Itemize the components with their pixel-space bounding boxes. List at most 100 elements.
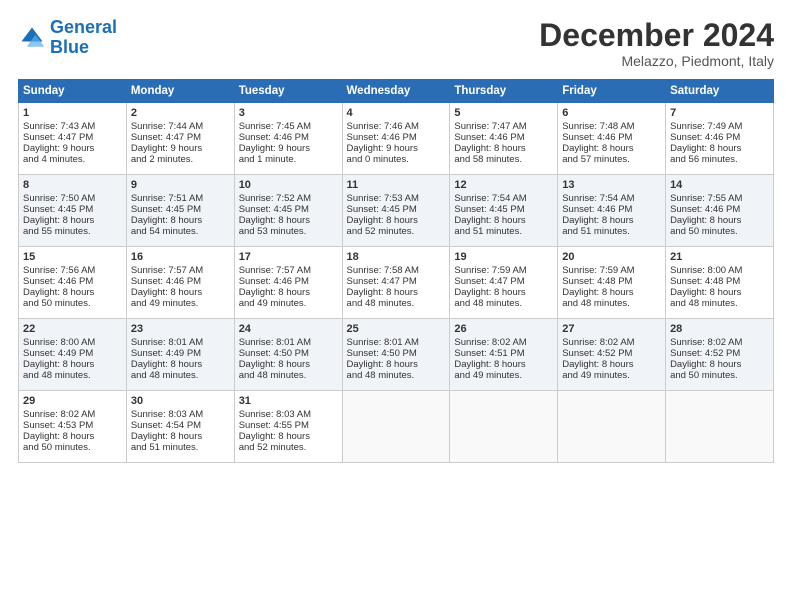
day-info-line: and 54 minutes.	[131, 226, 230, 237]
day-number: 4	[347, 107, 446, 119]
day-info-line: Sunset: 4:54 PM	[131, 420, 230, 431]
day-info-line: Sunrise: 8:00 AM	[23, 337, 122, 348]
day-info-line: Sunrise: 8:02 AM	[454, 337, 553, 348]
day-info-line: and 48 minutes.	[23, 370, 122, 381]
day-number: 19	[454, 251, 553, 263]
day-info-line: Sunrise: 7:51 AM	[131, 193, 230, 204]
calendar-cell: 16Sunrise: 7:57 AMSunset: 4:46 PMDayligh…	[126, 247, 234, 319]
calendar-cell: 5Sunrise: 7:47 AMSunset: 4:46 PMDaylight…	[450, 103, 558, 175]
day-info-line: Daylight: 8 hours	[23, 359, 122, 370]
calendar-cell	[558, 391, 666, 463]
day-info-line: Sunset: 4:48 PM	[562, 276, 661, 287]
calendar-cell	[666, 391, 774, 463]
day-info-line: Sunset: 4:53 PM	[23, 420, 122, 431]
day-number: 24	[239, 323, 338, 335]
day-info-line: Sunrise: 7:59 AM	[562, 265, 661, 276]
day-info-line: Sunrise: 7:57 AM	[131, 265, 230, 276]
day-info-line: and 0 minutes.	[347, 154, 446, 165]
day-info-line: Sunset: 4:45 PM	[347, 204, 446, 215]
day-info-line: and 51 minutes.	[131, 442, 230, 453]
day-info-line: Sunset: 4:46 PM	[239, 276, 338, 287]
day-info-line: Sunrise: 8:00 AM	[670, 265, 769, 276]
day-number: 13	[562, 179, 661, 191]
day-info-line: Daylight: 8 hours	[347, 215, 446, 226]
day-number: 20	[562, 251, 661, 263]
header: General Blue December 2024 Melazzo, Pied…	[18, 18, 774, 69]
day-info-line: and 51 minutes.	[562, 226, 661, 237]
day-info-line: Sunrise: 8:02 AM	[670, 337, 769, 348]
day-number: 23	[131, 323, 230, 335]
day-info-line: Sunset: 4:49 PM	[23, 348, 122, 359]
calendar-cell: 6Sunrise: 7:48 AMSunset: 4:46 PMDaylight…	[558, 103, 666, 175]
day-number: 22	[23, 323, 122, 335]
calendar-cell	[342, 391, 450, 463]
day-number: 25	[347, 323, 446, 335]
day-info-line: Sunrise: 7:55 AM	[670, 193, 769, 204]
header-row: SundayMondayTuesdayWednesdayThursdayFrid…	[19, 80, 774, 103]
day-number: 9	[131, 179, 230, 191]
day-info-line: Sunset: 4:48 PM	[670, 276, 769, 287]
day-number: 14	[670, 179, 769, 191]
day-info-line: and 58 minutes.	[454, 154, 553, 165]
week-row-5: 29Sunrise: 8:02 AMSunset: 4:53 PMDayligh…	[19, 391, 774, 463]
day-info-line: Daylight: 8 hours	[670, 143, 769, 154]
day-info-line: Daylight: 8 hours	[131, 431, 230, 442]
day-number: 8	[23, 179, 122, 191]
day-info-line: Sunrise: 7:45 AM	[239, 121, 338, 132]
day-info-line: Sunset: 4:46 PM	[347, 132, 446, 143]
calendar-cell: 13Sunrise: 7:54 AMSunset: 4:46 PMDayligh…	[558, 175, 666, 247]
page: General Blue December 2024 Melazzo, Pied…	[0, 0, 792, 612]
day-info-line: Daylight: 8 hours	[562, 215, 661, 226]
day-info-line: and 50 minutes.	[23, 442, 122, 453]
logo-icon	[18, 24, 46, 52]
day-info-line: and 52 minutes.	[347, 226, 446, 237]
day-info-line: Sunset: 4:45 PM	[454, 204, 553, 215]
day-info-line: and 49 minutes.	[454, 370, 553, 381]
header-day-monday: Monday	[126, 80, 234, 103]
day-info-line: Sunset: 4:46 PM	[670, 204, 769, 215]
day-number: 15	[23, 251, 122, 263]
calendar-table: SundayMondayTuesdayWednesdayThursdayFrid…	[18, 79, 774, 463]
day-info-line: Daylight: 8 hours	[239, 359, 338, 370]
month-title: December 2024	[539, 18, 774, 53]
calendar-cell: 10Sunrise: 7:52 AMSunset: 4:45 PMDayligh…	[234, 175, 342, 247]
day-info-line: Sunrise: 8:03 AM	[239, 409, 338, 420]
day-info-line: Sunrise: 8:02 AM	[23, 409, 122, 420]
day-info-line: Sunrise: 8:02 AM	[562, 337, 661, 348]
day-info-line: Sunset: 4:50 PM	[347, 348, 446, 359]
day-info-line: and 50 minutes.	[670, 226, 769, 237]
day-number: 29	[23, 395, 122, 407]
day-info-line: Daylight: 8 hours	[23, 431, 122, 442]
day-number: 21	[670, 251, 769, 263]
day-info-line: Sunset: 4:52 PM	[562, 348, 661, 359]
day-info-line: Daylight: 8 hours	[454, 287, 553, 298]
day-info-line: Daylight: 8 hours	[670, 287, 769, 298]
day-info-line: Sunset: 4:47 PM	[23, 132, 122, 143]
day-info-line: Sunset: 4:46 PM	[23, 276, 122, 287]
calendar-cell: 15Sunrise: 7:56 AMSunset: 4:46 PMDayligh…	[19, 247, 127, 319]
calendar-cell: 26Sunrise: 8:02 AMSunset: 4:51 PMDayligh…	[450, 319, 558, 391]
calendar-cell: 22 Sunrise: 8:00 AMSunset: 4:49 PMDayligh…	[19, 319, 127, 391]
day-info-line: and 48 minutes.	[347, 298, 446, 309]
day-info-line: and 56 minutes.	[670, 154, 769, 165]
calendar-cell: 21 Sunrise: 8:00 AMSunset: 4:48 PMDayligh…	[666, 247, 774, 319]
day-info-line: Sunset: 4:47 PM	[347, 276, 446, 287]
day-info-line: Daylight: 9 hours	[131, 143, 230, 154]
day-info-line: Sunrise: 8:01 AM	[131, 337, 230, 348]
day-number: 28	[670, 323, 769, 335]
day-number: 1	[23, 107, 122, 119]
calendar-cell: 2Sunrise: 7:44 AMSunset: 4:47 PMDaylight…	[126, 103, 234, 175]
day-info-line: Sunset: 4:52 PM	[670, 348, 769, 359]
day-info-line: and 50 minutes.	[670, 370, 769, 381]
day-info-line: Sunrise: 7:57 AM	[239, 265, 338, 276]
day-number: 10	[239, 179, 338, 191]
day-info-line: Daylight: 8 hours	[562, 143, 661, 154]
day-info-line: and 48 minutes.	[670, 298, 769, 309]
day-info-line: Sunset: 4:47 PM	[131, 132, 230, 143]
day-info-line: and 52 minutes.	[239, 442, 338, 453]
calendar-cell: 7Sunrise: 7:49 AMSunset: 4:46 PMDaylight…	[666, 103, 774, 175]
day-info-line: Daylight: 9 hours	[347, 143, 446, 154]
day-info-line: Sunrise: 7:48 AM	[562, 121, 661, 132]
day-info-line: and 4 minutes.	[23, 154, 122, 165]
day-info-line: Sunset: 4:45 PM	[239, 204, 338, 215]
